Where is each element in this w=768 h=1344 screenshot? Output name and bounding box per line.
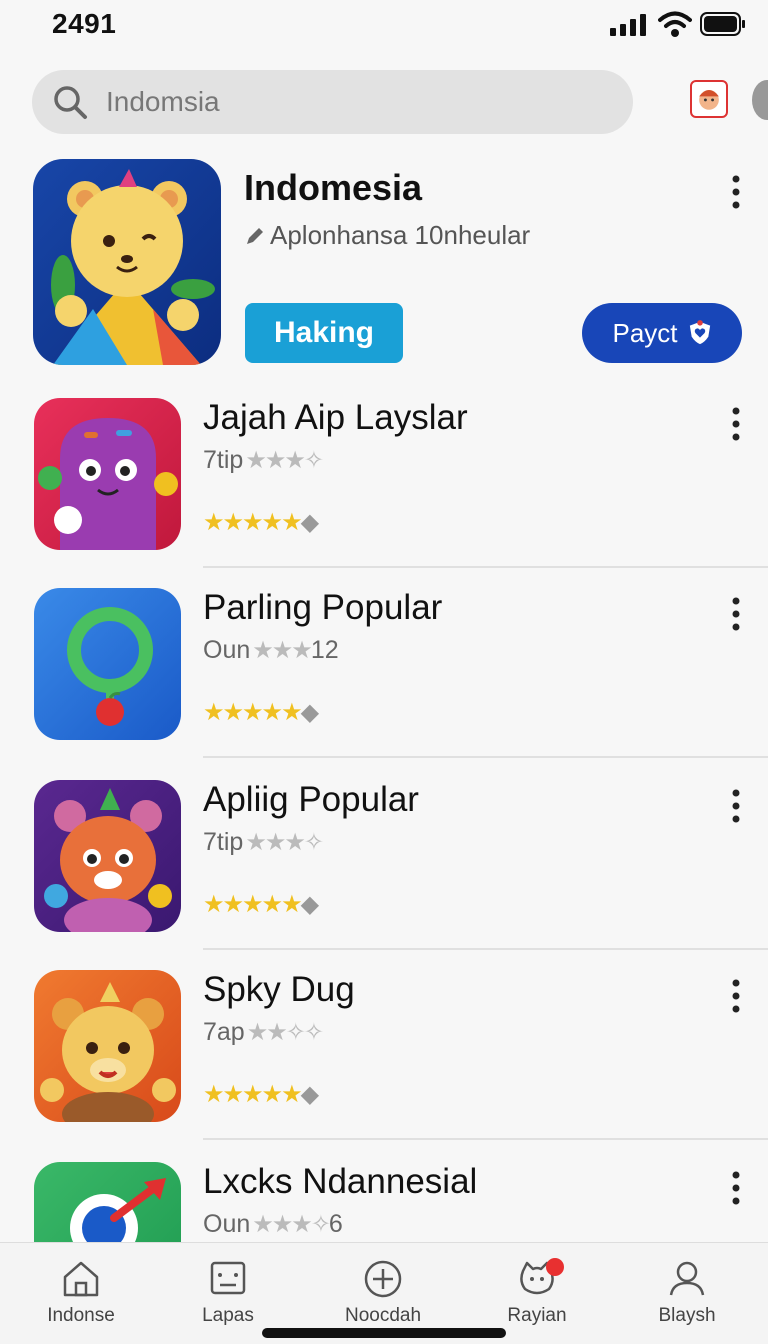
- search-text: Indomsia: [106, 86, 220, 117]
- list-item[interactable]: Spky Dug 7ap ★★✧✧ ★★★★★◆: [0, 970, 768, 1160]
- item-meta: 7tip ★★★✧: [203, 446, 324, 475]
- rating-stars: ★★★★★◆: [203, 891, 319, 918]
- faded-stars: ★★★: [252, 637, 313, 664]
- profile-icon: [669, 1261, 705, 1296]
- notification-badge: [546, 1258, 564, 1276]
- item-title: Apliig Popular: [203, 780, 419, 819]
- rating-stars: ★★★★★◆: [203, 699, 319, 726]
- item-meta-text: 7ap: [203, 1018, 245, 1046]
- shield-heart-icon: [689, 320, 710, 345]
- featured-subtitle-row: Aplonhansa 10nheular: [244, 220, 530, 251]
- haking-button[interactable]: Haking: [245, 303, 403, 363]
- nav-label: Noocdah: [344, 1305, 422, 1326]
- home-indicator[interactable]: [262, 1328, 506, 1338]
- status-time: 2491: [52, 8, 117, 39]
- list-item[interactable]: Apliig Popular 7tip ★★★✧ ★★★★★◆: [0, 780, 768, 970]
- item-meta-text: Oun: [203, 1210, 251, 1238]
- nav-label: Lapas: [202, 1305, 254, 1326]
- divider: [203, 1138, 768, 1140]
- more-options-icon[interactable]: [722, 786, 750, 826]
- item-meta: 7ap ★★✧✧: [203, 1018, 324, 1047]
- item-meta-text: 7tip: [203, 828, 244, 856]
- pencil-icon: [247, 227, 263, 244]
- plus-circle-icon: [364, 1260, 402, 1298]
- nav-item-lapas[interactable]: Lapas: [163, 1257, 293, 1327]
- nav-item-noocdah[interactable]: Noocdah: [318, 1257, 448, 1327]
- location-pin-icon[interactable]: [752, 80, 768, 120]
- payct-button[interactable]: Payct: [582, 303, 742, 363]
- divider: [203, 756, 768, 758]
- item-title: Lxcks Ndannesial: [203, 1162, 478, 1201]
- avatar-icon: [699, 90, 719, 110]
- faded-stars: ★★★✧: [252, 1211, 331, 1238]
- more-options-icon[interactable]: [722, 976, 750, 1016]
- signal-icon: [610, 14, 646, 36]
- more-options-icon[interactable]: [722, 1168, 750, 1208]
- payct-label: Payct: [612, 317, 678, 348]
- green-ring-app-icon: [34, 588, 181, 740]
- item-title: Jajah Aip Layslar: [203, 398, 468, 437]
- purple-monster-app-icon: [34, 398, 181, 550]
- more-options-icon[interactable]: [722, 404, 750, 444]
- divider: [203, 566, 768, 568]
- more-options-icon[interactable]: [722, 172, 750, 212]
- nav-label: Blaysh: [658, 1305, 716, 1326]
- search-bar[interactable]: Indomsia: [32, 70, 633, 134]
- list-item[interactable]: Parling Popular Oun ★★★ 12 ★★★★★◆: [0, 588, 768, 778]
- list-item[interactable]: Jajah Aip Layslar 7tip ★★★✧ ★★★★★◆: [0, 398, 768, 588]
- featured-title: Indomesia: [244, 167, 423, 208]
- rating-stars: ★★★★★◆: [203, 1081, 319, 1108]
- item-title: Spky Dug: [203, 970, 355, 1009]
- item-meta-text: 7tip: [203, 446, 244, 474]
- nav-label: Rayian: [507, 1305, 567, 1326]
- faded-stars: ★★✧✧: [246, 1019, 324, 1046]
- item-meta: Oun ★★★✧ 6: [203, 1210, 343, 1239]
- faded-stars: ★★★✧: [245, 447, 324, 474]
- search-icon: [54, 86, 87, 119]
- battery-icon: [700, 12, 745, 36]
- faded-stars: ★★★✧: [245, 829, 324, 856]
- nav-item-indonse[interactable]: Indonse: [16, 1257, 146, 1327]
- item-meta-text: Oun: [203, 636, 251, 664]
- item-meta: 7tip ★★★✧: [203, 828, 324, 857]
- status-bar: 2491: [0, 0, 768, 56]
- screen: 2491 Indomsia Indomesia Aplonhansa 10nhe…: [0, 0, 768, 1344]
- home-icon: [63, 1261, 99, 1297]
- profile-avatar-button[interactable]: [690, 80, 728, 118]
- bear-character-app-icon: [34, 780, 181, 932]
- item-meta: Oun ★★★ 12: [203, 636, 339, 665]
- item-title: Parling Popular: [203, 588, 443, 627]
- featured-app-icon[interactable]: [33, 159, 221, 365]
- more-options-icon[interactable]: [722, 594, 750, 634]
- item-meta-suffix: 12: [310, 636, 339, 664]
- wifi-icon: [658, 11, 692, 37]
- card-icon: [210, 1261, 246, 1295]
- item-meta-suffix: 6: [328, 1210, 343, 1238]
- bear-mascot-icon: [33, 159, 221, 365]
- monkey-character-app-icon: [34, 970, 181, 1122]
- rating-stars: ★★★★★◆: [203, 509, 319, 536]
- nav-label: Indonse: [47, 1305, 115, 1326]
- nav-item-rayian[interactable]: Rayian: [472, 1257, 602, 1327]
- divider: [203, 948, 768, 950]
- nav-item-blaysh[interactable]: Blaysh: [622, 1257, 752, 1327]
- featured-subtitle: Aplonhansa 10nheular: [270, 220, 531, 250]
